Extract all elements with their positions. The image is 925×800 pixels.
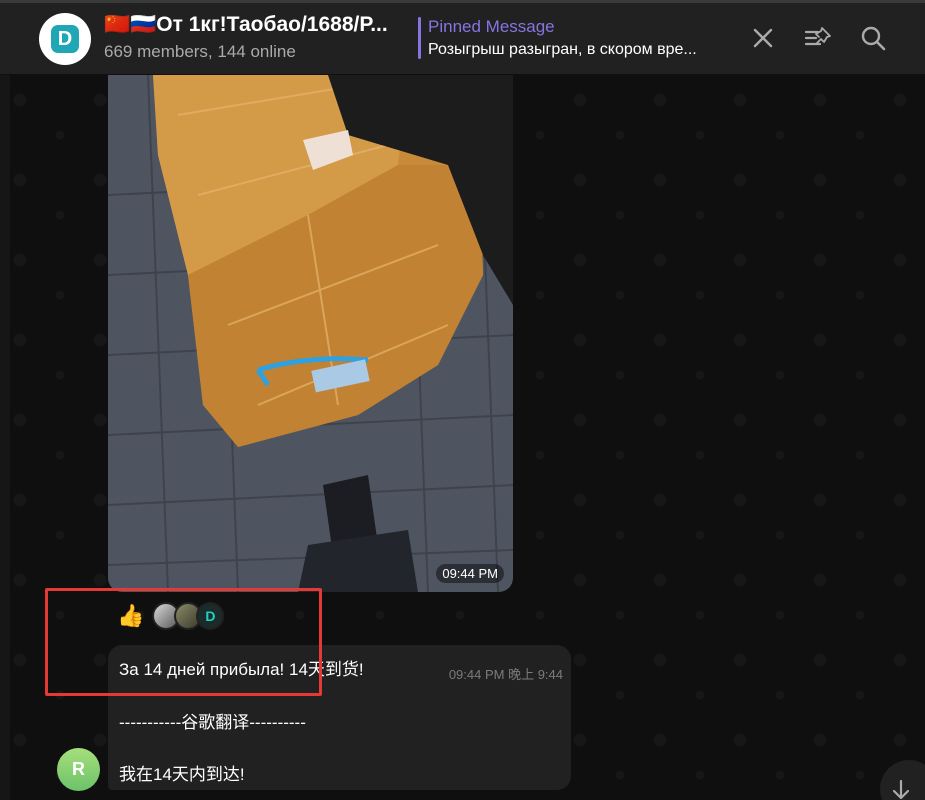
message-time: 09:44 PM 晚上 9:44 <box>448 667 563 682</box>
pinned-indicator <box>418 17 421 59</box>
pinned-list-icon <box>804 27 831 46</box>
chat-member-count: 669 members, 144 online <box>104 42 296 61</box>
arrow-down-icon <box>892 779 910 800</box>
photo-message[interactable]: 09:44 PM <box>108 75 513 592</box>
reactions-bar[interactable]: 👍 D <box>117 600 225 632</box>
sender-avatar[interactable]: R <box>57 748 100 791</box>
text-message[interactable]: За 14 дней прибыла! 14天到货! 09:44 PM 晚上 9… <box>108 645 571 790</box>
scroll-down-button[interactable] <box>880 760 925 800</box>
message-text: За 14 дней прибыла! 14天到货! <box>119 660 364 679</box>
search-button[interactable] <box>859 24 887 52</box>
thumbs-up-reaction[interactable]: 👍 <box>117 605 144 627</box>
pinned-label[interactable]: Pinned Message <box>428 17 555 37</box>
pinned-text[interactable]: Розыгрыш разыгран, в скором вре... <box>428 41 734 59</box>
search-icon <box>861 26 886 51</box>
photo-package <box>108 75 513 592</box>
chat-header: D 🇨🇳🇷🇺От 1кг!Таобао/1688/Р... 669 member… <box>0 0 925 75</box>
left-rail <box>0 75 10 800</box>
translated-text: 我在14天内到达! <box>119 765 245 784</box>
reactor-avatar: D <box>196 602 225 630</box>
message-time: 09:44 PM <box>436 564 504 583</box>
translation-divider: -----------谷歌翻译---------- <box>119 713 306 732</box>
group-logo-icon: D <box>51 25 79 53</box>
telegram-window: 09:44 PM 👍 D За 14 дней прибыла! 14天到货! … <box>0 0 925 800</box>
top-edge <box>0 0 925 3</box>
chat-title[interactable]: 🇨🇳🇷🇺От 1кг!Таобао/1688/Р... <box>104 13 409 37</box>
close-pinned-button[interactable] <box>749 24 777 52</box>
group-avatar[interactable]: D <box>39 13 91 65</box>
close-icon <box>753 28 773 48</box>
pinned-list-button[interactable] <box>803 24 831 52</box>
